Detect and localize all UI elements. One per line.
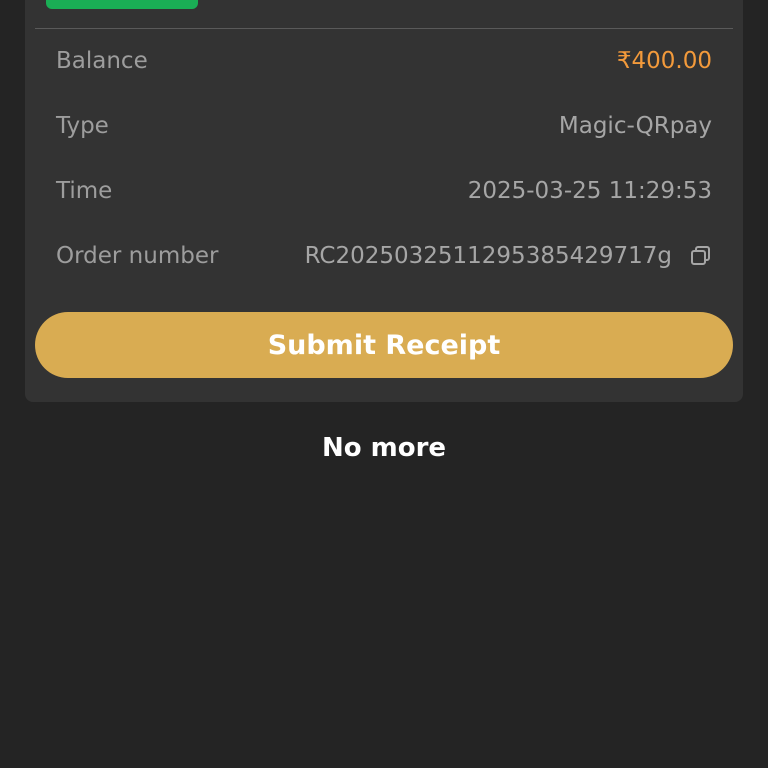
time-label: Time: [56, 178, 113, 204]
balance-value: ₹400.00: [616, 48, 712, 74]
order-number-value: RC2025032511295385429717g: [304, 243, 672, 269]
order-number-label: Order number: [56, 243, 219, 269]
time-row: Time 2025-03-25 11:29:53: [56, 174, 712, 208]
status-badge: [46, 0, 198, 9]
submit-receipt-button[interactable]: Submit Receipt: [35, 312, 733, 378]
card-divider: [35, 28, 733, 29]
time-value: 2025-03-25 11:29:53: [467, 178, 712, 204]
copy-icon[interactable]: [690, 245, 712, 267]
screen: Balance ₹400.00 Type Magic-QRpay Time 20…: [0, 0, 768, 768]
order-number-value-group: RC2025032511295385429717g: [305, 243, 712, 269]
balance-label: Balance: [56, 48, 148, 74]
type-label: Type: [56, 113, 109, 139]
type-row: Type Magic-QRpay: [56, 109, 712, 143]
balance-row: Balance ₹400.00: [56, 44, 712, 78]
order-number-row: Order number RC2025032511295385429717g: [56, 239, 712, 273]
no-more-text: No more: [321, 433, 447, 463]
type-value: Magic-QRpay: [558, 113, 712, 139]
